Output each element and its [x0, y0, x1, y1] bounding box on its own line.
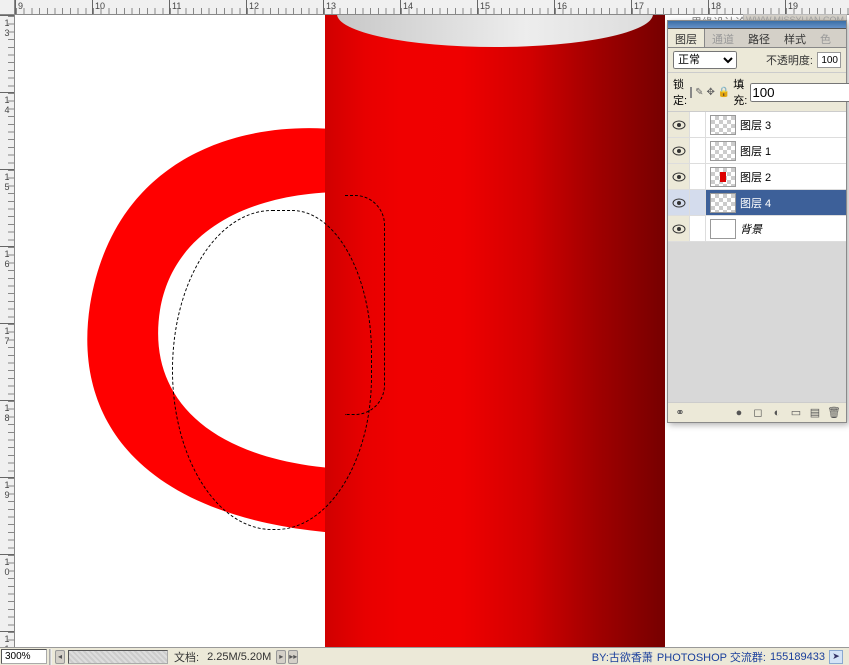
- opacity-input[interactable]: [817, 52, 841, 68]
- lock-transparent-icon[interactable]: [690, 87, 692, 98]
- layer-name[interactable]: 图层 1: [740, 143, 771, 159]
- link-cell[interactable]: [690, 190, 706, 215]
- layer-name[interactable]: 图层 4: [740, 195, 771, 211]
- layer-row[interactable]: 图层 2: [668, 164, 846, 190]
- fill-input[interactable]: [750, 83, 849, 102]
- doc-label: 文档:: [170, 649, 203, 665]
- zoom-input[interactable]: [1, 649, 47, 664]
- blend-mode-select[interactable]: 正常: [673, 51, 737, 69]
- visibility-toggle[interactable]: [668, 190, 690, 215]
- blend-opacity-row: 正常 不透明度:: [668, 48, 846, 73]
- credit-qq: 155189433: [770, 651, 825, 663]
- link-cell[interactable]: [690, 112, 706, 137]
- doc-menu-button[interactable]: ▸: [276, 650, 286, 664]
- doc-size: 2.25M/5.20M: [203, 651, 275, 663]
- layer-thumbnail[interactable]: [710, 115, 736, 135]
- layer-effects-icon[interactable]: ●: [731, 406, 747, 420]
- layer-name[interactable]: 背景: [740, 221, 762, 237]
- lock-position-icon[interactable]: ✥: [706, 86, 714, 99]
- panel-titlebar[interactable]: [668, 21, 846, 29]
- lock-fill-row: 锁定: ✎ ✥ 🔒 填充:: [668, 73, 846, 112]
- tab-channels[interactable]: 通道: [705, 29, 741, 47]
- selection-marquee: [172, 210, 372, 530]
- layer-thumbnail[interactable]: [710, 193, 736, 213]
- scroll-right-button[interactable]: ▸▸: [288, 650, 298, 664]
- credit-group: PHOTOSHOP 交流群:: [657, 649, 766, 665]
- group-icon[interactable]: ▭: [788, 406, 804, 420]
- layer-mask-icon[interactable]: ◻: [750, 406, 766, 420]
- adjustment-layer-icon[interactable]: ◐: [769, 406, 785, 420]
- visibility-toggle[interactable]: [668, 216, 690, 241]
- lock-pixels-icon[interactable]: ✎: [695, 86, 703, 99]
- selection-marquee-extension: [345, 195, 385, 415]
- ruler-horizontal: 9 10 11 12 13 14 15 16 17 18 19 20: [15, 0, 849, 15]
- layer-row[interactable]: 图层 3: [668, 112, 846, 138]
- credit-line: BY:古欲香萧 PHOTOSHOP 交流群: 155189433 ➤: [592, 649, 849, 665]
- panel-footer: ⚭ ● ◻ ◐ ▭ ▤ 🗑: [668, 402, 846, 422]
- layer-row-selected[interactable]: 图层 4: [668, 190, 846, 216]
- opacity-label: 不透明度:: [766, 52, 813, 68]
- scroll-track[interactable]: [68, 650, 168, 664]
- lock-label: 锁定:: [673, 76, 687, 108]
- tab-paths[interactable]: 路径: [741, 29, 777, 47]
- tab-layers[interactable]: 图层: [668, 29, 705, 47]
- link-cell[interactable]: [690, 138, 706, 163]
- layers-list: 图层 3 图层 1 图层 2 图层 4 背景: [668, 112, 846, 242]
- scroll-left-button[interactable]: ◂: [55, 650, 65, 664]
- layer-row[interactable]: 图层 1: [668, 138, 846, 164]
- tab-color[interactable]: 色: [813, 29, 838, 47]
- visibility-toggle[interactable]: [668, 138, 690, 163]
- panel-tabs: 图层 通道 路径 样式 色: [668, 29, 846, 48]
- credit-arrow-icon[interactable]: ➤: [829, 650, 843, 664]
- fill-label: 填充:: [733, 76, 747, 108]
- layers-panel: 图层 通道 路径 样式 色 正常 不透明度: 锁定: ✎ ✥ 🔒 填充: 图层 …: [667, 20, 847, 423]
- layers-empty-area: [668, 242, 846, 402]
- link-layers-icon[interactable]: ⚭: [672, 406, 688, 420]
- layer-name[interactable]: 图层 2: [740, 169, 771, 185]
- layer-row-background[interactable]: 背景: [668, 216, 846, 242]
- new-layer-icon[interactable]: ▤: [807, 406, 823, 420]
- link-cell[interactable]: [690, 216, 706, 241]
- ruler-vertical: 13 14 15 16 17 18 19 10 11: [0, 15, 15, 647]
- visibility-toggle[interactable]: [668, 164, 690, 189]
- credit-author: BY:古欲香萧: [592, 649, 653, 665]
- layer-thumbnail[interactable]: [710, 141, 736, 161]
- link-cell[interactable]: [690, 164, 706, 189]
- ruler-corner: [0, 0, 15, 15]
- layer-name[interactable]: 图层 3: [740, 117, 771, 133]
- layer-thumbnail[interactable]: [710, 167, 736, 187]
- status-bar: ◂ 文档: 2.25M/5.20M ▸ ▸▸ BY:古欲香萧 PHOTOSHOP…: [0, 647, 849, 665]
- delete-layer-icon[interactable]: 🗑: [826, 406, 842, 420]
- tab-styles[interactable]: 样式: [777, 29, 813, 47]
- visibility-toggle[interactable]: [668, 112, 690, 137]
- lock-all-icon[interactable]: 🔒: [718, 86, 730, 99]
- layer-thumbnail[interactable]: [710, 219, 736, 239]
